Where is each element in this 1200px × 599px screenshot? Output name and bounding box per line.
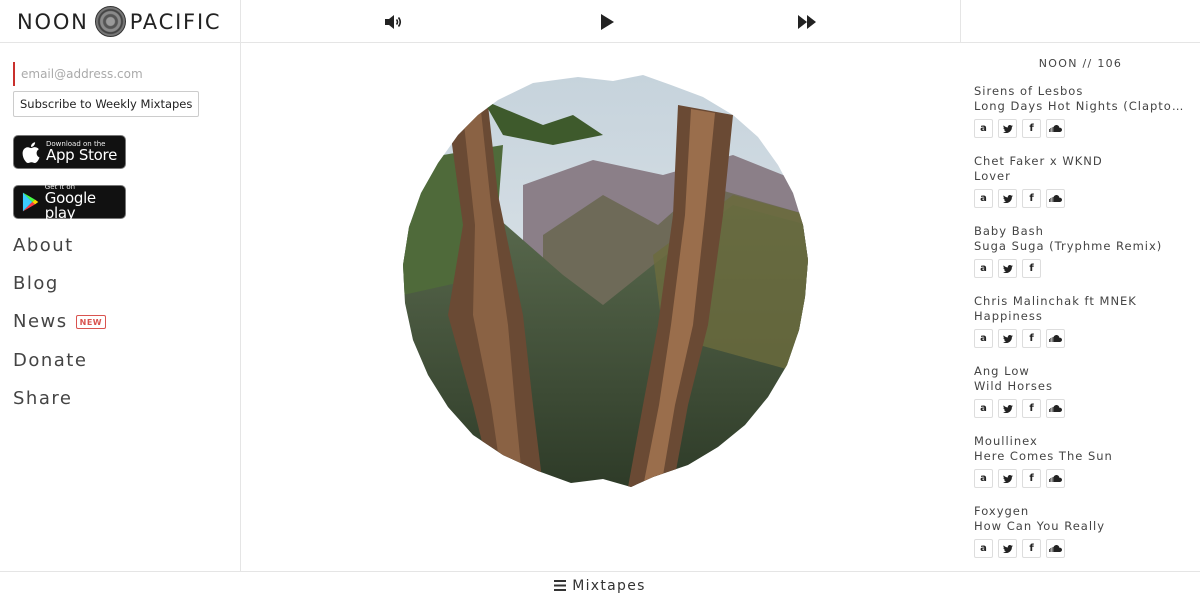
track-artist: Baby Bash [974, 224, 1044, 238]
track-title: Lover [974, 169, 1011, 183]
track-artist: Foxygen [974, 504, 1030, 518]
track-title: Here Comes The Sun [974, 449, 1113, 463]
fast-forward-icon[interactable] [796, 11, 818, 33]
play-icon[interactable] [596, 11, 618, 33]
amazon-icon[interactable]: a [974, 469, 993, 488]
track-links: af [974, 119, 1194, 138]
track-item: Sirens of Lesbos Long Days Hot Nights (Cl… [974, 84, 1194, 138]
main-area [241, 43, 960, 571]
apple-icon [22, 141, 40, 163]
top-bar: NOON PACIFIC [0, 0, 1200, 43]
google-play-icon [22, 192, 39, 212]
logo-text-left: NOON [17, 9, 89, 34]
logo[interactable]: NOON PACIFIC [0, 0, 241, 43]
twitter-icon[interactable] [998, 469, 1017, 488]
facebook-icon[interactable]: f [1022, 539, 1041, 558]
amazon-icon[interactable]: a [974, 399, 993, 418]
menu-icon [554, 580, 567, 591]
amazon-icon[interactable]: a [974, 189, 993, 208]
track-links: af [974, 539, 1194, 558]
mixtape-cover-image [403, 75, 808, 487]
email-input[interactable] [13, 62, 183, 86]
nav-donate-label: Donate [13, 350, 88, 371]
soundcloud-icon[interactable] [1046, 119, 1065, 138]
twitter-icon[interactable] [998, 539, 1017, 558]
logo-text-right: PACIFIC [129, 9, 222, 34]
facebook-icon[interactable]: f [1022, 399, 1041, 418]
track-item: Foxygen How Can You Really a f [974, 504, 1194, 558]
track-title: Suga Suga (Tryphme Remix) [974, 239, 1163, 253]
soundcloud-icon[interactable] [1046, 329, 1065, 348]
track-artist: Sirens of Lesbos [974, 84, 1084, 98]
track-item: Chet Faker x WKND Lover a f [974, 154, 1194, 208]
soundcloud-icon[interactable] [1046, 469, 1065, 488]
track-title: Happiness [974, 309, 1043, 323]
soundcloud-icon[interactable] [1046, 189, 1065, 208]
app-store-badge[interactable]: Download on the App Store [13, 135, 126, 169]
facebook-icon[interactable]: f [1022, 119, 1041, 138]
bottom-bar: Mixtapes [0, 571, 1200, 599]
facebook-icon[interactable]: f [1022, 259, 1041, 278]
twitter-icon[interactable] [998, 189, 1017, 208]
soundcloud-icon[interactable] [1046, 399, 1065, 418]
track-item: Baby Bash Suga Suga (Tryphme Remix) a f [974, 224, 1194, 278]
twitter-icon[interactable] [998, 119, 1017, 138]
nav-share-label: Share [13, 388, 73, 409]
google-play-badge[interactable]: Get it on Google play [13, 183, 126, 222]
tree-ring-logo-icon [94, 6, 126, 37]
facebook-icon[interactable]: f [1022, 189, 1041, 208]
nav-donate[interactable]: Donate [13, 350, 87, 371]
facebook-icon[interactable]: f [1022, 329, 1041, 348]
playlist-panel: NOON // 106 Sirens of Lesbos Long Days Ho… [961, 43, 1200, 571]
track-links: af [974, 399, 1194, 418]
track-item: Ang Low Wild Horses a f [974, 364, 1194, 418]
sidebar: Subscribe to Weekly Mixtapes Download on… [0, 43, 241, 571]
track-links: af [974, 329, 1194, 348]
new-badge: NEW [75, 314, 107, 329]
track-title: Wild Horses [974, 379, 1053, 393]
nav-blog[interactable]: Blog [13, 273, 59, 294]
track-artist: Chris Malinchak ft MNEK [974, 294, 1137, 308]
amazon-icon[interactable]: a [974, 119, 993, 138]
nav-news-label: News [13, 311, 68, 332]
track-item: Chris Malinchak ft MNEK Happiness a f [974, 294, 1194, 348]
twitter-icon[interactable] [998, 399, 1017, 418]
nav-share[interactable]: Share [13, 388, 72, 409]
subscribe-button[interactable]: Subscribe to Weekly Mixtapes [13, 91, 200, 117]
track-artist: Chet Faker x WKND [974, 154, 1103, 168]
app-store-big-text: App Store [46, 146, 118, 164]
amazon-icon[interactable]: a [974, 539, 993, 558]
playlist-title: NOON // 106 [1038, 57, 1123, 70]
amazon-icon[interactable]: a [974, 259, 993, 278]
twitter-icon[interactable] [998, 329, 1017, 348]
nav-blog-label: Blog [13, 273, 59, 294]
amazon-icon[interactable]: a [974, 329, 993, 348]
topbar-divider [960, 0, 961, 43]
nav-about-label: About [13, 235, 74, 256]
google-play-big-text: Google play [44, 188, 96, 222]
track-artist: Ang Low [974, 364, 1030, 378]
volume-icon[interactable] [382, 11, 404, 33]
mixtapes-label: Mixtapes [572, 577, 646, 594]
track-title: How Can You Really [974, 519, 1106, 533]
mixtapes-button[interactable]: Mixtapes [554, 578, 646, 594]
twitter-icon[interactable] [998, 259, 1017, 278]
soundcloud-icon[interactable] [1046, 539, 1065, 558]
player-controls [241, 0, 961, 43]
track-links: af [974, 259, 1194, 278]
track-links: af [974, 189, 1194, 208]
track-item: Moullinex Here Comes The Sun a f [974, 434, 1194, 488]
track-links: af [974, 469, 1194, 488]
track-artist: Moullinex [974, 434, 1038, 448]
nav-news[interactable]: News NEW [13, 311, 107, 332]
facebook-icon[interactable]: f [1022, 469, 1041, 488]
nav-about[interactable]: About [13, 235, 74, 256]
track-title: Long Days Hot Nights (Claptone Remix) [974, 99, 1186, 113]
